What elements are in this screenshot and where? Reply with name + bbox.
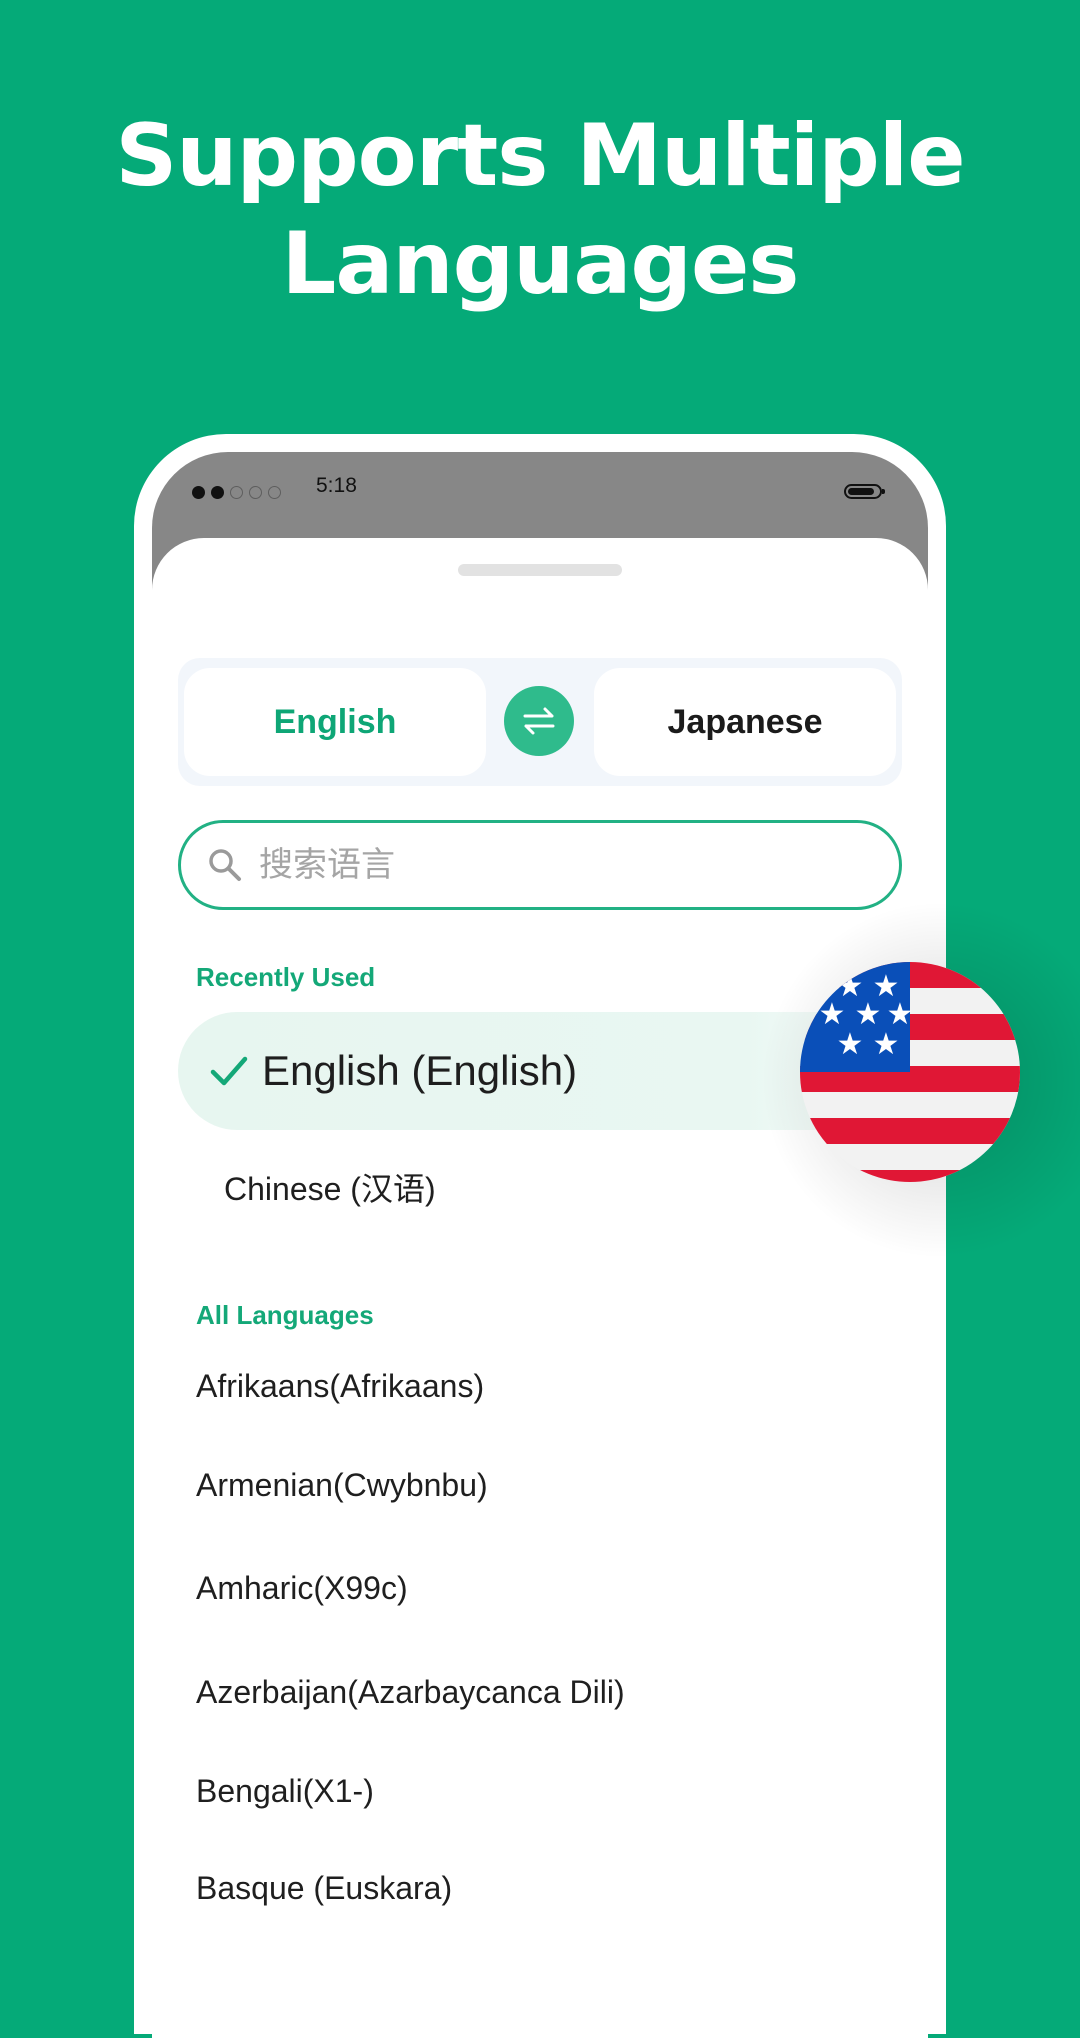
target-language-button[interactable]: Japanese — [594, 668, 896, 776]
check-icon — [210, 1056, 248, 1086]
signal-icon — [192, 486, 281, 499]
list-item[interactable]: Amharic(X99c) — [196, 1570, 408, 1607]
us-flag-icon: ★ ★ ★ ★ ★ ★ ★ — [800, 962, 1020, 1182]
svg-text:★: ★ — [837, 1027, 864, 1062]
swap-icon — [523, 707, 555, 735]
selected-language-label: English (English) — [262, 1047, 578, 1094]
list-item[interactable]: Basque (Euskara) — [196, 1870, 452, 1907]
search-input[interactable] — [257, 844, 861, 886]
swap-languages-button[interactable] — [504, 686, 574, 756]
search-icon — [209, 849, 241, 881]
phone-frame: 5:18 English Japanese Recently Used — [134, 434, 946, 2038]
source-language-button[interactable]: English — [184, 668, 486, 776]
language-pair-bar: English Japanese — [178, 658, 902, 786]
sheet-drag-handle[interactable] — [458, 564, 622, 576]
recent-item-chinese[interactable]: Chinese (汉语) — [224, 1164, 436, 1210]
svg-text:★: ★ — [873, 1027, 900, 1062]
headline-line-1: Supports Multiple — [115, 106, 965, 206]
list-item[interactable]: Azerbaijan(Azarbaycanca Dili) — [196, 1674, 625, 1711]
headline: Supports Multiple Languages — [0, 102, 1080, 318]
battery-icon — [844, 484, 885, 499]
list-item[interactable]: Armenian(Cwybnbu) — [196, 1467, 488, 1504]
search-bar[interactable] — [178, 820, 902, 910]
list-item[interactable]: Bengali(X1-) — [196, 1773, 374, 1810]
language-sheet: English Japanese Recently Used English (… — [152, 538, 928, 2038]
all-languages-heading: All Languages — [196, 1300, 374, 1330]
status-time: 5:18 — [316, 474, 357, 497]
headline-line-2: Languages — [281, 214, 800, 314]
list-item[interactable]: Afrikaans(Afrikaans) — [196, 1368, 484, 1405]
recently-used-heading: Recently Used — [196, 962, 376, 992]
